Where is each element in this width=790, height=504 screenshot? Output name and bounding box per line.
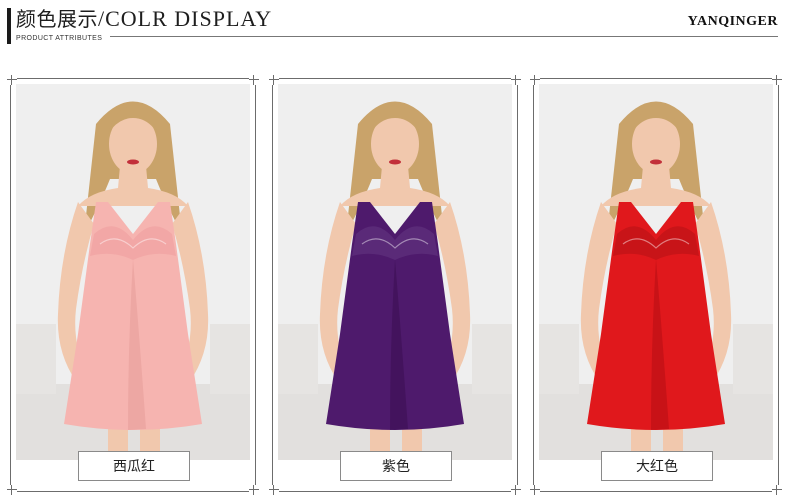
model-illustration [539, 84, 773, 460]
frame-corner-ornament [269, 485, 279, 495]
model-lips [127, 159, 139, 165]
model-illustration [278, 84, 512, 460]
color-label-box: 紫色 [340, 451, 452, 481]
color-label: 紫色 [382, 459, 410, 475]
frame-corner-ornament [511, 75, 521, 85]
section-title: 颜色展示/COLR DISPLAY [16, 6, 272, 32]
pillow-left [278, 324, 318, 394]
pillow-left [539, 324, 579, 394]
color-label-box: 大红色 [601, 451, 713, 481]
model-lips [389, 159, 401, 165]
frame-corner-ornament [530, 485, 540, 495]
pillow-right [210, 324, 250, 394]
color-label: 大红色 [636, 459, 678, 475]
header-accent-bar [7, 8, 11, 44]
product-photo[interactable] [539, 84, 773, 460]
brand-name: YANQINGER [687, 14, 778, 29]
product-photo[interactable] [278, 84, 512, 460]
pillow-left [16, 324, 56, 394]
frame-corner-ornament [772, 75, 782, 85]
frame-corner-ornament [7, 485, 17, 495]
frame-corner-ornament [772, 485, 782, 495]
pillow-right [472, 324, 512, 394]
frame-corner-ornament [249, 75, 259, 85]
color-label-box: 西瓜红 [78, 451, 190, 481]
model-illustration [16, 84, 250, 460]
model-lips [650, 159, 662, 165]
frame-corner-ornament [511, 485, 521, 495]
section-title-en: /COLR DISPLAY [98, 6, 273, 31]
pillow-right [733, 324, 773, 394]
product-card-3[interactable]: 大红色 [530, 75, 782, 495]
frame-corner-ornament [249, 485, 259, 495]
page-header: 颜色展示/COLR DISPLAY PRODUCT ATTRIBUTES YAN… [0, 0, 790, 48]
section-title-cn: 颜色展示 [16, 7, 98, 31]
product-photo[interactable] [16, 84, 250, 460]
product-card-1[interactable]: 西瓜红 [7, 75, 259, 495]
color-label: 西瓜红 [113, 459, 155, 475]
product-card-2[interactable]: 紫色 [269, 75, 521, 495]
header-divider [110, 36, 778, 37]
section-subtitle: PRODUCT ATTRIBUTES [16, 35, 103, 42]
